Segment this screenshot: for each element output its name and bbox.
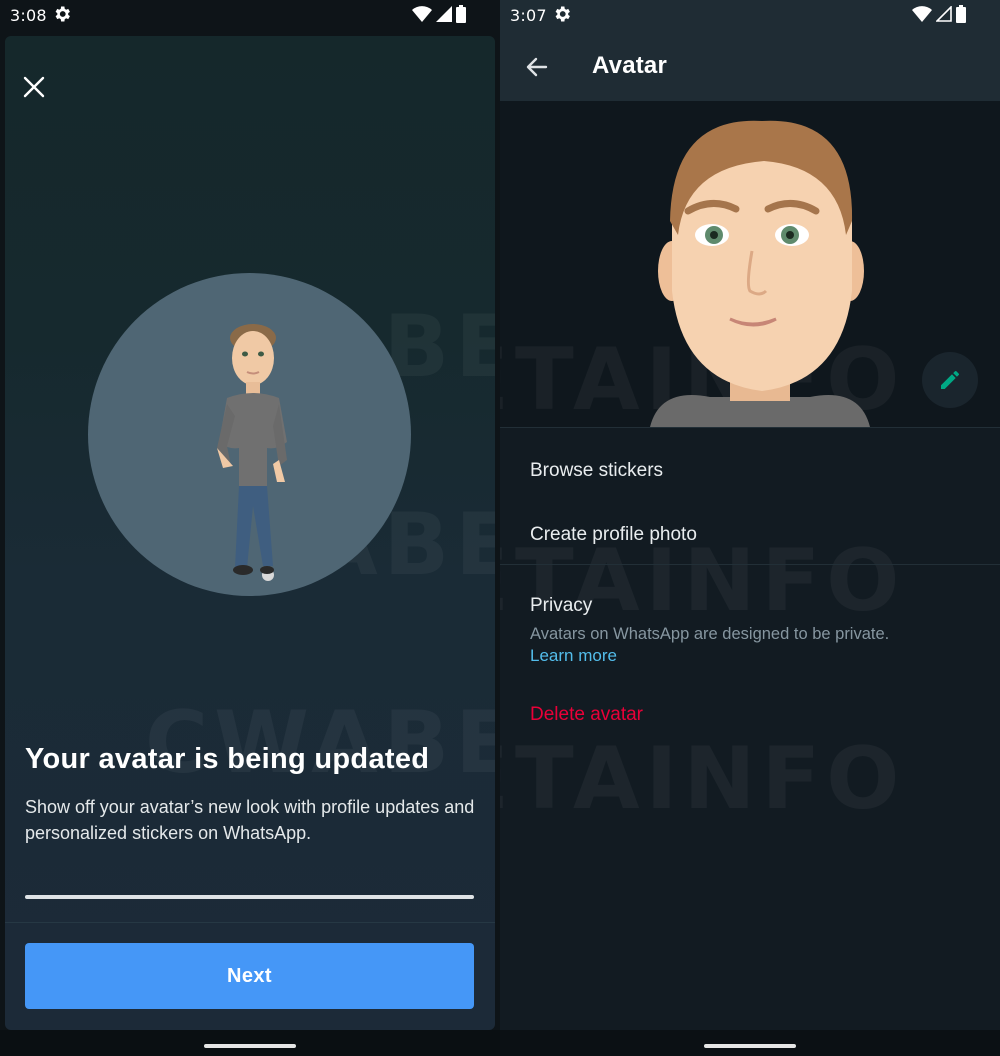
wifi-icon [912,6,932,22]
app-bar: Avatar [500,32,1000,101]
divider [500,427,1000,428]
privacy-description: Avatars on WhatsApp are designed to be p… [530,625,890,643]
page-title: Avatar [592,52,668,79]
create-profile-photo-item[interactable]: Create profile photo [530,524,697,546]
status-icons [912,5,966,23]
nav-bar [500,1030,1000,1056]
avatar-full-body-image [217,324,287,581]
privacy-title: Privacy [530,595,593,616]
nav-bar [0,1030,500,1056]
status-time: 3:08 [10,6,47,25]
gear-icon [555,6,570,22]
left-phone-screen: 3:08 CWABETAINFO CWABETAINFO CWABETAINFO [0,0,500,1056]
avatar-update-sheet: CWABETAINFO CWABETAINFO CWABETAINFO [5,36,495,1030]
learn-more-link[interactable]: Learn more [530,646,617,666]
divider [5,922,495,923]
battery-icon [456,5,466,23]
status-time: 3:07 [510,6,547,25]
gear-icon [55,6,70,22]
back-arrow-icon[interactable] [524,54,550,80]
svg-text:CWABETAINFO: CWABETAINFO [500,738,900,818]
home-gesture-pill[interactable] [204,1044,296,1048]
battery-icon [956,5,966,23]
edit-avatar-button[interactable] [922,352,978,408]
close-icon[interactable] [23,76,45,98]
pencil-icon [941,371,959,389]
divider [500,564,1000,565]
home-gesture-pill[interactable] [704,1044,796,1048]
signal-icon [936,6,952,22]
right-phone-screen: 3:07 Avatar CWABETAINFO [500,0,1000,1056]
status-bar: 3:07 [500,0,1000,32]
next-button[interactable]: Next [25,943,474,1009]
status-icons [412,5,466,23]
avatar-face-image [650,120,870,427]
wifi-icon [412,6,432,22]
browse-stickers-item[interactable]: Browse stickers [530,460,663,482]
avatar-hero: CWABETAINFO [500,101,1000,427]
update-progress-bar [25,895,474,899]
watermark: CWABETAINFO [500,738,900,818]
sheet-title: Your avatar is being updated [25,743,430,775]
status-bar: 3:08 [0,0,500,32]
signal-icon [436,6,452,22]
delete-avatar-button[interactable]: Delete avatar [530,704,643,726]
sheet-subtitle: Show off your avatar’s new look with pro… [25,797,475,843]
